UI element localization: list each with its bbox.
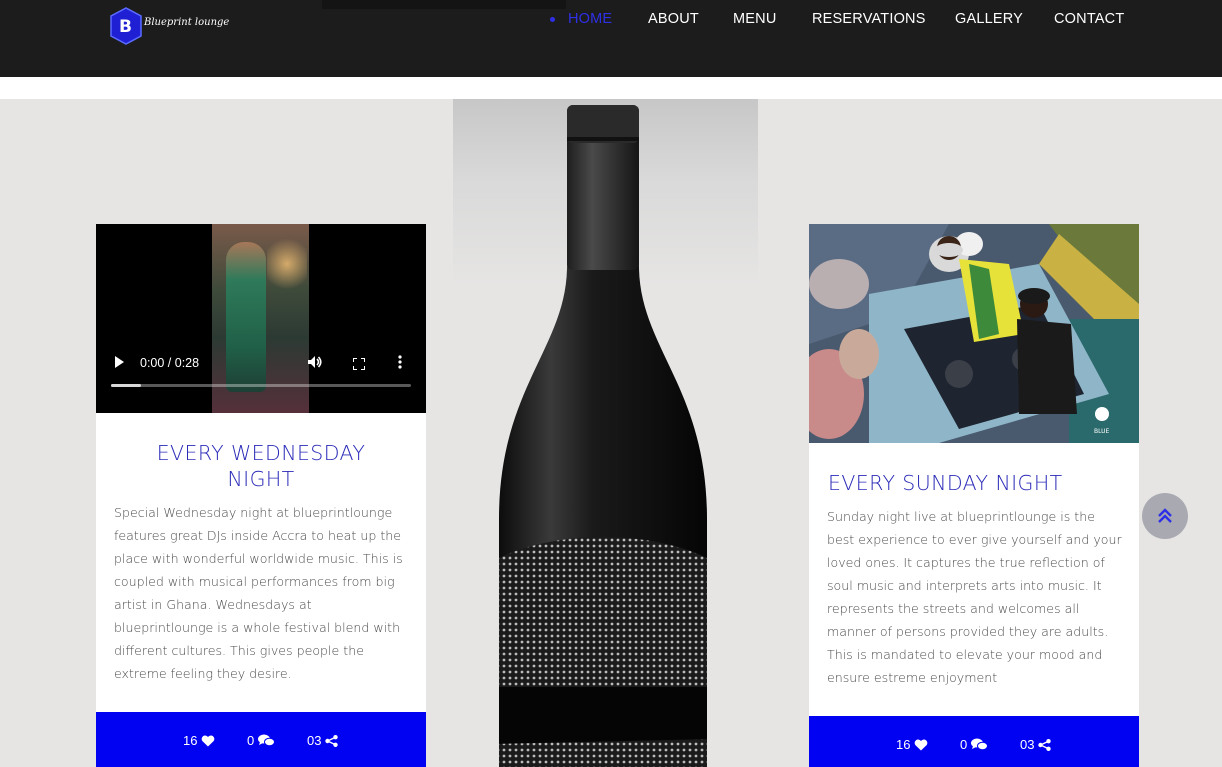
more-vertical-icon[interactable]	[398, 355, 402, 374]
svg-text:B: B	[119, 17, 132, 37]
nav-gallery[interactable]: GALLERY	[955, 11, 1023, 27]
event-meta-bar: 16 0 03	[809, 716, 1139, 767]
event-photo-dj: BLUE	[809, 224, 1139, 443]
nav-contact[interactable]: CONTACT	[1054, 11, 1124, 27]
volume-icon[interactable]	[307, 355, 323, 374]
nav-menu[interactable]: MENU	[733, 11, 777, 27]
logo-wordmark: Blueprint lounge	[144, 17, 230, 28]
video-time: 0:00 / 0:28	[140, 356, 200, 370]
site-logo[interactable]: B Blueprint lounge	[108, 6, 229, 46]
header-top-strip	[322, 0, 566, 9]
share-count[interactable]: 03	[1020, 737, 1052, 752]
share-icon	[325, 734, 339, 747]
like-count[interactable]: 16	[896, 737, 928, 752]
event-video-player[interactable]: 0:00 / 0:28	[96, 224, 426, 413]
like-count[interactable]: 16	[183, 733, 215, 748]
event-card-sunday: BLUE EVERY SUNDAY NIGHT Sunday night liv…	[809, 224, 1139, 767]
comment-count-value: 0	[247, 733, 255, 748]
event-description: Sunday night live at blueprintlounge is …	[827, 509, 1122, 685]
nav-home[interactable]: HOME	[550, 11, 613, 27]
share-icon	[1038, 738, 1052, 751]
scroll-to-top-button[interactable]	[1142, 493, 1188, 539]
event-description: Special Wednesday night at blueprintloun…	[114, 505, 403, 681]
fullscreen-icon[interactable]	[352, 357, 366, 375]
like-count-value: 16	[183, 733, 198, 748]
heart-icon	[915, 739, 928, 750]
comments-icon	[971, 738, 989, 751]
active-indicator-dot	[550, 17, 555, 22]
nav-reservations[interactable]: RESERVATIONS	[812, 11, 926, 27]
comment-count[interactable]: 0	[960, 737, 989, 752]
share-count-value: 03	[1020, 737, 1035, 752]
share-count-value: 03	[307, 733, 322, 748]
comment-count[interactable]: 0	[247, 733, 276, 748]
svg-text:BLUE: BLUE	[1094, 428, 1110, 435]
chevron-up-icon	[1158, 508, 1172, 523]
wine-bottle-image	[453, 99, 758, 767]
event-meta-bar: 16 0 03	[96, 712, 426, 767]
comments-icon	[258, 734, 276, 747]
heart-icon	[202, 735, 215, 746]
event-card-wednesday: 0:00 / 0:28 EVERY WEDNESDAY NIGHT Specia…	[96, 224, 426, 767]
event-title: EVERY WEDNESDAY NIGHT	[156, 441, 366, 491]
nav-about[interactable]: ABOUT	[648, 11, 699, 27]
like-count-value: 16	[896, 737, 911, 752]
event-title: EVERY SUNDAY NIGHT	[828, 471, 1063, 495]
nav-home-label: HOME	[568, 11, 613, 27]
share-count[interactable]: 03	[307, 733, 339, 748]
video-progress-fill	[111, 384, 141, 387]
video-stage-light	[267, 234, 307, 294]
video-progress-bar[interactable]	[111, 384, 411, 387]
comment-count-value: 0	[960, 737, 968, 752]
video-dancer	[226, 242, 266, 392]
logo-hexagon-icon: B	[110, 7, 142, 45]
site-header: B Blueprint lounge HOME ABOUT MENU RESER…	[0, 0, 1222, 77]
header-divider-band	[0, 77, 1222, 99]
play-icon[interactable]	[115, 356, 124, 368]
